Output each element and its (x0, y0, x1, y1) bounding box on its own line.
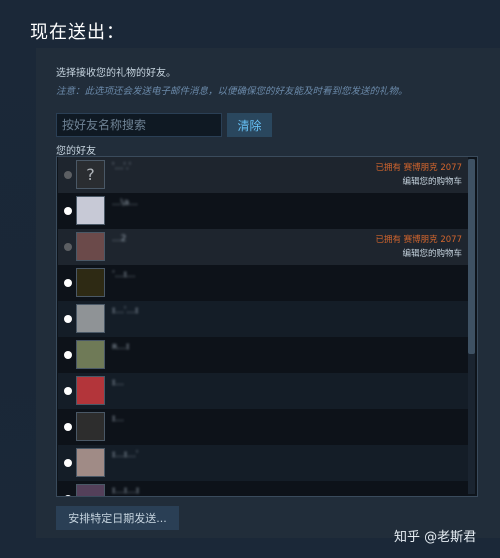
friend-row: ...2 已拥有 赛博朋克 2077 编辑您的购物车 (58, 229, 468, 265)
edit-cart-link[interactable]: 编辑您的购物车 (402, 247, 462, 259)
friend-name: ɪ... (112, 414, 124, 424)
page-title: 现在送出： (30, 22, 125, 43)
friend-radio (64, 171, 72, 179)
instruction-text: 选择接收您的礼物的好友。 (56, 68, 176, 79)
friend-name: ɪ...ˈ...ɪ (112, 306, 139, 316)
avatar (76, 304, 105, 333)
friend-name: ...\a... (112, 198, 138, 208)
avatar (76, 340, 105, 369)
friend-row[interactable]: ʀ...ɪ (58, 337, 468, 373)
friend-radio[interactable] (64, 459, 72, 467)
friend-name: ɪ... (112, 378, 124, 388)
friend-radio[interactable] (64, 351, 72, 359)
owned-status: 已拥有 赛博朋克 2077 (375, 163, 462, 173)
friend-radio[interactable] (64, 423, 72, 431)
friend-name: ʀ...ɪ (112, 342, 130, 352)
friend-row[interactable]: ...\a... (58, 193, 468, 229)
avatar (76, 484, 105, 496)
avatar (76, 268, 105, 297)
owned-status: 已拥有 赛博朋克 2077 (375, 235, 462, 245)
friend-row[interactable]: ɪ...ˈ...ɪ (58, 301, 468, 337)
friend-row[interactable]: ʼ...ɪ... (58, 265, 468, 301)
watermark-text: 知乎 @老斯君 (394, 530, 477, 545)
friends-list: ? ʾ...ˈ.ˈ 已拥有 赛博朋克 2077 编辑您的购物车 ...\a...… (56, 156, 478, 497)
friends-scrollbar[interactable] (468, 159, 475, 494)
friend-name: ...2 (112, 234, 127, 244)
edit-cart-link[interactable]: 编辑您的购物车 (402, 175, 462, 187)
friend-row: ? ʾ...ˈ.ˈ 已拥有 赛博朋克 2077 编辑您的购物车 (58, 157, 468, 193)
scroll-thumb[interactable] (468, 159, 475, 354)
friend-row[interactable]: ɪ...ɪ...ɪ (58, 481, 468, 496)
avatar (76, 232, 105, 261)
friend-radio (64, 243, 72, 251)
friend-name: ɪ...ɪ...ˈ (112, 450, 139, 460)
notice-text: 注意：此选项还会发送电子邮件消息，以便确保您的好友能及时看到您发送的礼物。 (56, 86, 408, 97)
friend-radio[interactable] (64, 387, 72, 395)
friend-name: ʾ...ˈ.ˈ (112, 162, 132, 172)
friend-radio[interactable] (64, 495, 72, 496)
avatar (76, 448, 105, 477)
question-mark-avatar: ? (76, 160, 105, 189)
friend-row[interactable]: ɪ... (58, 409, 468, 445)
friends-label: 您的好友 (56, 146, 96, 157)
friend-row[interactable]: ɪ... (58, 373, 468, 409)
avatar (76, 412, 105, 441)
friend-radio[interactable] (64, 279, 72, 287)
clear-button[interactable]: 清除 (227, 113, 272, 137)
schedule-send-button[interactable]: 安排特定日期发送... (56, 506, 179, 530)
avatar (76, 196, 105, 225)
friend-name: ɪ...ɪ...ɪ (112, 486, 140, 496)
avatar (76, 376, 105, 405)
friend-radio[interactable] (64, 315, 72, 323)
friend-row[interactable]: ɪ...ɪ...ˈ (58, 445, 468, 481)
friend-name: ʼ...ɪ... (112, 270, 136, 280)
friend-radio[interactable] (64, 207, 72, 215)
friend-search-input[interactable] (56, 113, 222, 137)
